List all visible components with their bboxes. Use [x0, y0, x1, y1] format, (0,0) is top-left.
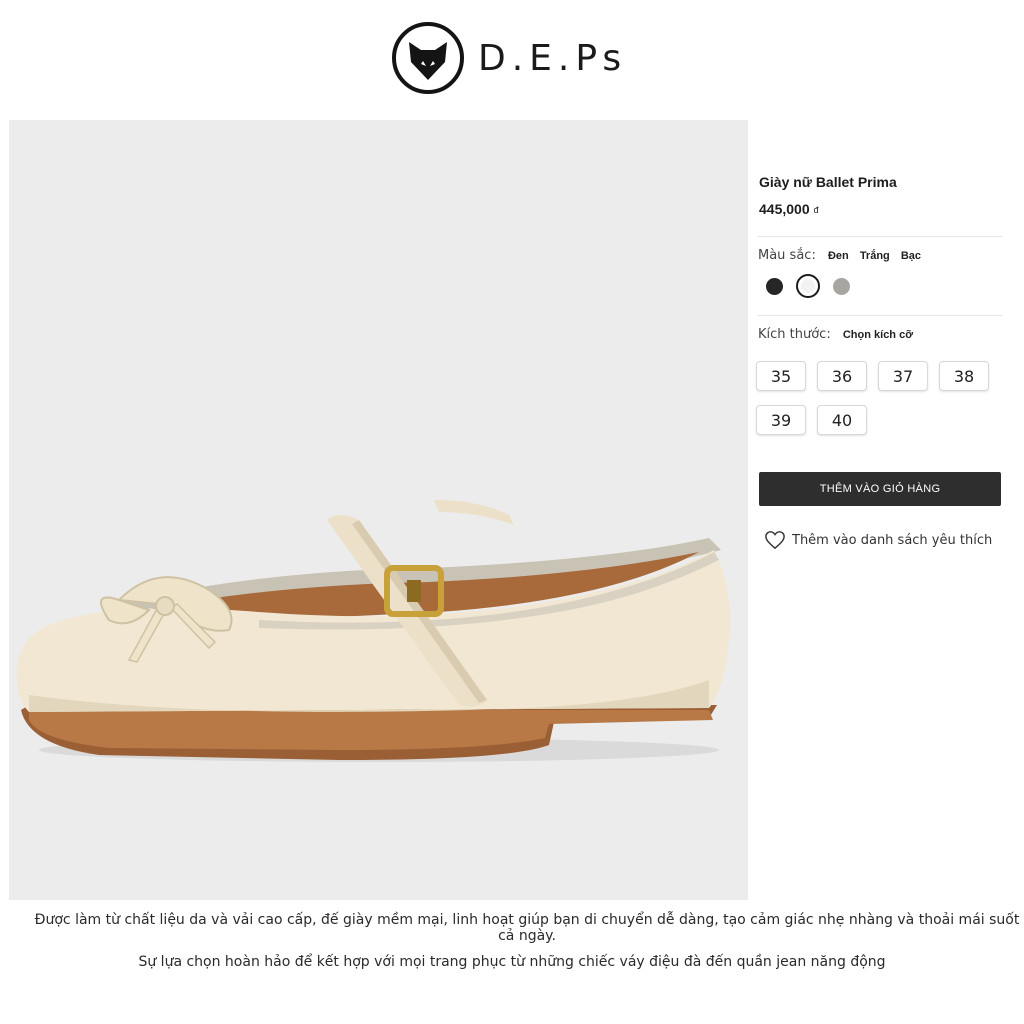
ballet-flat-shoe-illustration — [16, 500, 730, 762]
product-title: Giày nữ Ballet Prima — [759, 174, 897, 190]
size-button-39[interactable]: 39 — [756, 405, 806, 435]
size-placeholder: Chọn kích cỡ — [842, 329, 914, 341]
color-swatch-black[interactable] — [766, 277, 783, 295]
add-to-cart-button[interactable]: THÊM VÀO GIỎ HÀNG — [759, 472, 1001, 506]
brand-logo[interactable]: D.E.Ps — [390, 20, 627, 96]
size-button-36[interactable]: 36 — [817, 361, 867, 391]
fox-head-icon — [392, 22, 464, 94]
price-currency: đ — [813, 205, 819, 215]
product-image — [9, 120, 748, 900]
color-label: Màu sắc: — [758, 248, 816, 263]
size-button-40[interactable]: 40 — [817, 405, 867, 435]
color-swatches — [766, 274, 850, 298]
wishlist-link[interactable]: Thêm vào danh sách yêu thích — [764, 530, 992, 550]
product-price: 445,000 đ — [759, 201, 819, 217]
color-option-row: Màu sắc: Đen Trắng Bạc — [758, 248, 929, 263]
color-option-names: Đen Trắng Bạc — [828, 250, 929, 262]
size-button-37[interactable]: 37 — [878, 361, 928, 391]
color-name-silver[interactable]: Bạc — [901, 250, 921, 262]
size-button-38[interactable]: 38 — [939, 361, 989, 391]
color-name-black[interactable]: Đen — [828, 250, 849, 262]
size-option-row: Kích thước: Chọn kích cỡ — [758, 327, 913, 342]
product-description: Được làm từ chất liệu da và vải cao cấp,… — [0, 912, 1024, 980]
heart-icon — [765, 531, 785, 550]
size-options: 35 36 37 38 39 40 — [756, 361, 1002, 435]
color-swatch-white[interactable] — [796, 274, 820, 298]
brand-name: D.E.Ps — [478, 37, 628, 79]
size-button-35[interactable]: 35 — [756, 361, 806, 391]
color-swatch-silver[interactable] — [833, 277, 850, 295]
divider — [758, 236, 1002, 237]
divider — [758, 315, 1002, 316]
price-value: 445,000 — [759, 201, 810, 217]
description-line-2: Sự lựa chọn hoàn hảo để kết hợp với mọi … — [138, 954, 886, 970]
description-line-1: Được làm từ chất liệu da và vải cao cấp,… — [34, 912, 1020, 944]
size-label: Kích thước: — [758, 327, 831, 342]
color-name-white[interactable]: Trắng — [860, 250, 890, 262]
wishlist-label: Thêm vào danh sách yêu thích — [792, 532, 993, 548]
